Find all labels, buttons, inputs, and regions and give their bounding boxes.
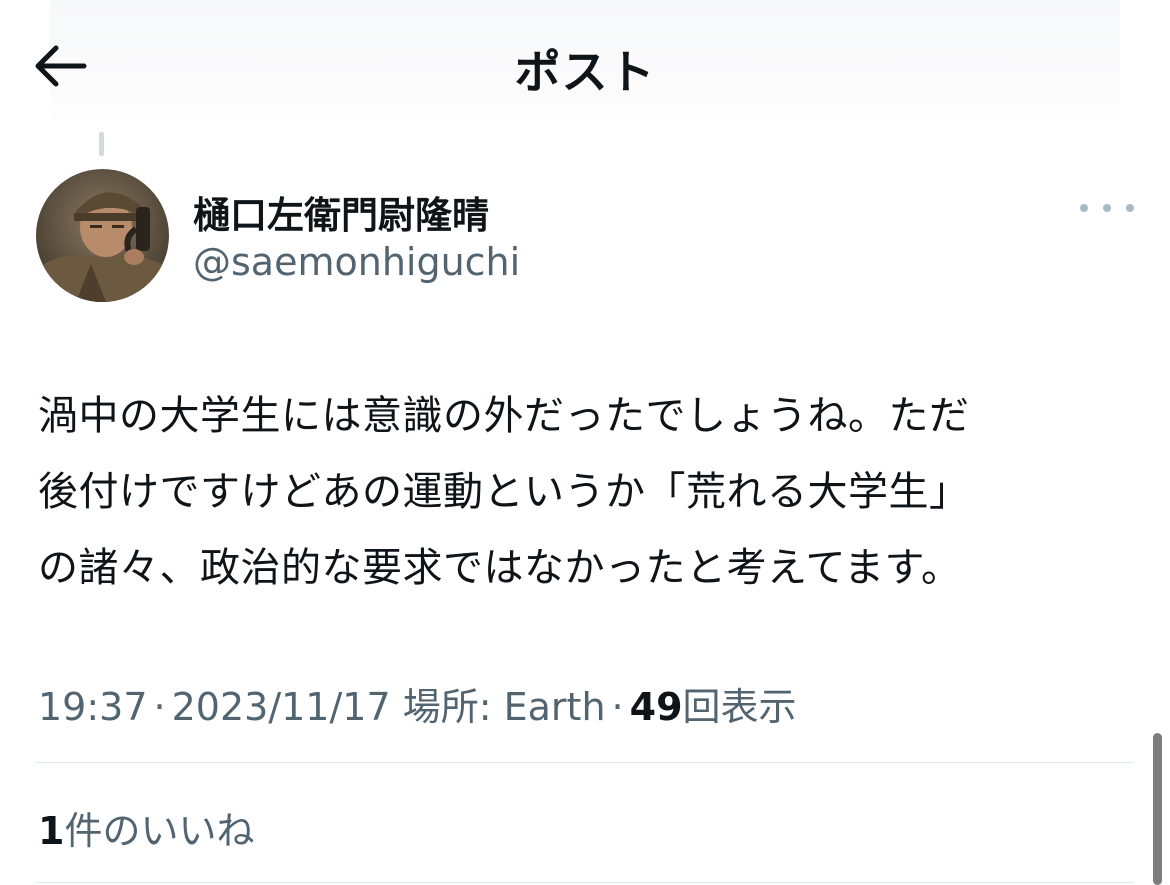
- views-count: 49: [629, 685, 683, 729]
- tweet-meta: 19:37 · 2023/11/17 場所: Earth · 49回表示: [38, 676, 797, 731]
- meta-separator: ·: [611, 685, 624, 729]
- tweet-date[interactable]: 2023/11/17: [172, 685, 391, 729]
- author-display-name[interactable]: 樋口左衛門尉隆晴: [193, 185, 489, 239]
- more-horizontal-icon: [1080, 204, 1088, 212]
- location-label: 場所:: [402, 685, 492, 729]
- page-title: ポスト: [514, 45, 656, 99]
- more-horizontal-icon-dot: [1103, 204, 1111, 212]
- tweet-time[interactable]: 19:37: [38, 685, 148, 729]
- author-handle[interactable]: @saemonhiguchi: [193, 240, 520, 284]
- meta-separator: ·: [153, 685, 166, 729]
- likes-link[interactable]: 1件のいいね: [38, 800, 254, 855]
- likes-label: 件のいいね: [64, 809, 255, 853]
- top-bar: ポスト: [0, 0, 1170, 135]
- avatar[interactable]: [36, 169, 169, 302]
- post-detail-page: ポスト 樋口左衛門尉隆晴 @saemonhiguchi 渦中の大学生には意識の外…: [0, 0, 1170, 885]
- views-label: 回表示: [682, 685, 797, 729]
- tweet-text-line: 渦中の大学生には意識の外だったでしょうね。ただ: [38, 393, 970, 439]
- tweet-text: 渦中の大学生には意識の外だったでしょうね。ただ 後付けですけどあの運動というか「…: [38, 378, 1138, 606]
- more-options-button[interactable]: [1080, 190, 1134, 226]
- divider: [36, 762, 1134, 763]
- tweet-text-line: の諸々、政治的な要求ではなかったと考えてます。: [38, 545, 962, 591]
- thread-connector-line: [99, 132, 104, 156]
- more-horizontal-icon-dot: [1126, 204, 1134, 212]
- tweet-text-line: 後付けですけどあの運動というか「荒れる大学生」: [38, 469, 970, 515]
- scrollbar[interactable]: [1153, 733, 1162, 885]
- location-value[interactable]: Earth: [504, 685, 606, 729]
- divider: [36, 882, 1134, 883]
- likes-count: 1: [38, 809, 65, 853]
